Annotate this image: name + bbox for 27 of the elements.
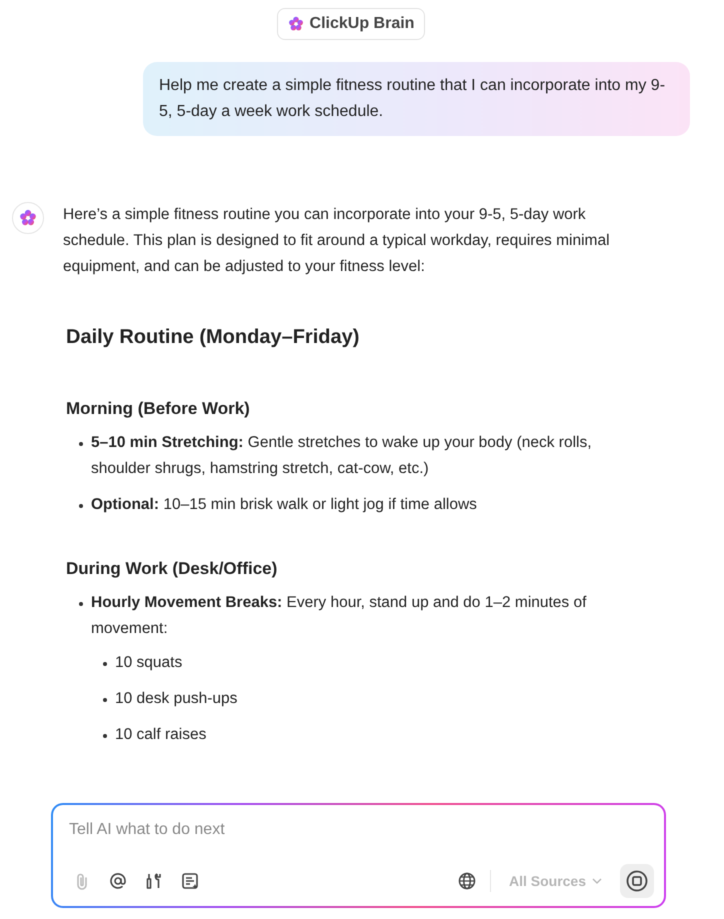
list-item-text: 5–10 min Stretching: Gentle stretches to wake up your body (neck rolls, shoulder shrugs, hamstring stretch, cat-cow, etc.) [91,433,593,479]
reply-paragraph: Here’s a simple fitness routine you can incorporate into your 9-5, 5-day work schedule. This plan is designed to fit around a typical workday, requires minimal equipment, and can be adjusted to your fitness level: [63,205,611,277]
section-heading: Daily Routine (Monday–Friday) [66,325,360,350]
bullet-icon [79,504,83,508]
bullet-icon [79,442,83,446]
subsection-heading: Morning (Before Work) [66,398,251,420]
list-item-text: 10 squats [115,653,182,673]
list-item-text: Hourly Movement Breaks: Every hour, stand up and do 1–2 minutes of movement: [91,593,588,639]
flower-logo-icon [19,209,37,227]
at-sign-icon [108,871,128,891]
chevron-down-icon [592,878,602,884]
list-item-text: Optional: 10–15 min brisk walk or light jog if time allows [91,495,477,515]
bullet-icon [79,602,83,606]
flower-logo-icon [288,16,304,32]
subsection-heading: During Work (Desk/Office) [66,558,278,580]
list-item-text: 10 desk push-ups [115,689,238,709]
stop-icon [626,870,648,892]
bullet-icon [103,662,107,666]
list-item-text: 10 calf raises [115,725,206,745]
note-sparkle-icon [180,871,200,891]
user-message: Help me create a simple fitness routine that I can incorporate into my 9-5, 5-day a week work schedule. [143,62,690,136]
globe-icon [456,871,477,891]
assistant-title: ClickUp Brain [310,15,414,33]
bullet-icon [103,698,107,702]
bullet-icon [103,734,107,738]
tools-icon [144,871,164,891]
stop-button[interactable] [620,864,654,898]
